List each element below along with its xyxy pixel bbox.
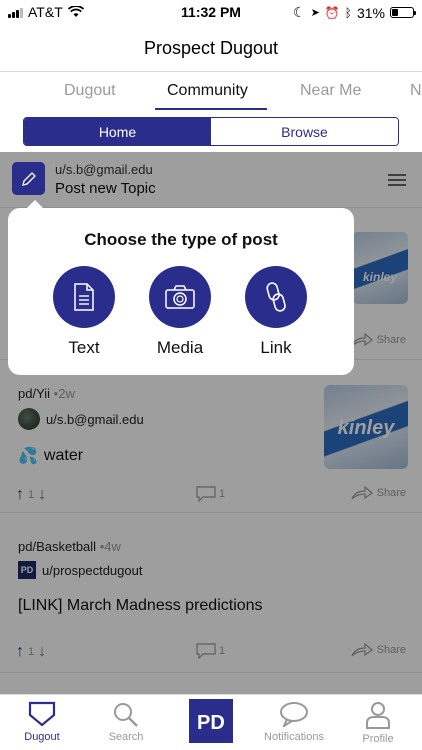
popup-arrow [26,200,44,209]
tab-near-me[interactable]: Near Me [300,82,361,100]
post-type-popup: Choose the type of post Text Media Link [8,200,354,375]
post-type-label: Media [156,338,204,357]
nav-label: Notifications [264,731,324,743]
battery-icon [390,7,416,18]
status-right: ☾ ➤ ⏰ ᛒ 31% [293,4,416,21]
home-browse-segment: Home Browse [23,117,399,146]
prospect-dugout-logo[interactable]: PD [189,699,233,743]
location-icon: ➤ [310,7,320,19]
active-tab-indicator [155,108,267,110]
post-type-label: Link [260,338,292,357]
tab-next[interactable]: N [410,82,422,100]
chat-bubble-icon [280,702,308,727]
nav-notifications[interactable]: Notifications [249,701,339,743]
nav-label: Search [108,731,144,743]
nav-label: Dugout [24,731,60,743]
page-title: Prospect Dugout [143,38,279,58]
camera-icon[interactable] [149,266,211,328]
compose-pencil-button[interactable] [12,162,45,195]
nav-search[interactable]: Search [81,701,171,743]
nav-label: Profile [362,733,394,745]
tab-dugout[interactable]: Dugout [64,82,116,100]
moon-icon: ☾ [293,4,306,20]
home-plate-icon [28,701,56,727]
pencil-icon [21,171,36,186]
top-tabs: Dugout Community Near Me N [0,72,422,112]
status-bar: AT&T 11:32 PM ☾ ➤ ⏰ ᛒ 31% [0,0,422,26]
popup-title: Choose the type of post [84,230,278,249]
battery-percent: 31% [356,4,385,21]
post-type-text[interactable]: Text [44,266,124,358]
tab-community[interactable]: Community [167,82,248,100]
search-icon [114,703,138,727]
post-type-label: Text [68,338,100,357]
document-icon[interactable] [53,266,115,328]
post-type-media[interactable]: Media [140,266,220,358]
segment-browse[interactable]: Browse [211,118,398,145]
svg-text:PD: PD [197,712,225,734]
segment-home[interactable]: Home [24,118,211,145]
alarm-icon: ⏰ [324,5,340,20]
nav-profile[interactable]: Profile [333,701,422,745]
person-icon [366,702,390,729]
nav-dugout[interactable]: Dugout [0,701,87,743]
bottom-nav: Dugout Search PD Notifications Profile [0,694,422,750]
bluetooth-icon: ᛒ [344,5,352,20]
link-icon[interactable] [245,266,307,328]
app-header: Prospect Dugout [0,26,422,72]
post-type-link[interactable]: Link [236,266,316,358]
